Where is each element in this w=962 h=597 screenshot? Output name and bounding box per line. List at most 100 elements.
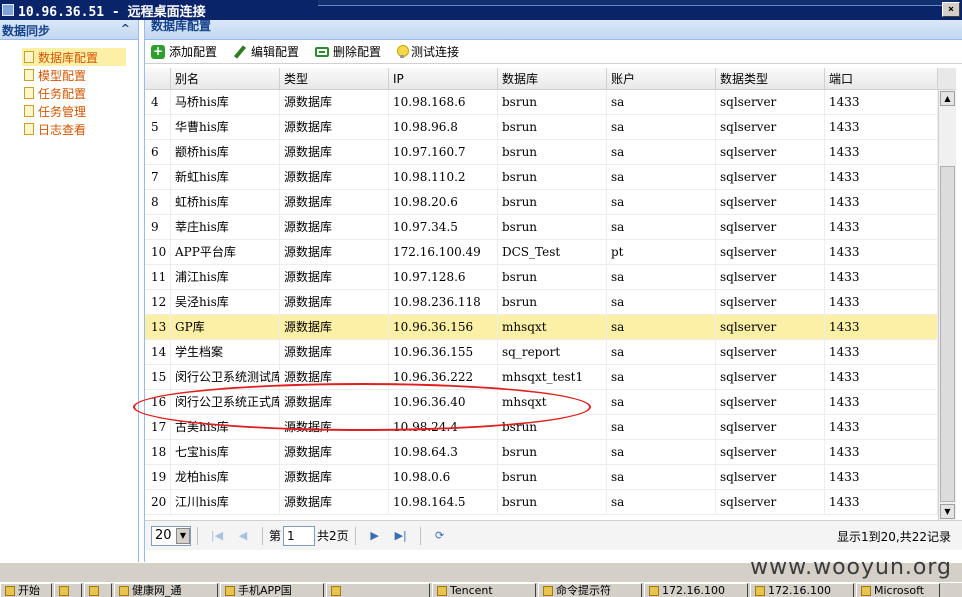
- cell-type: 源数据库: [280, 165, 389, 190]
- table-row[interactable]: 16 闵行公卫系统正式库 源数据库 10.96.36.40 mhsqxt sa sqlser…: [145, 390, 938, 415]
- vertical-scrollbar[interactable]: ▲ ▼: [938, 90, 956, 520]
- collapse-icon[interactable]: ^: [121, 22, 130, 35]
- column-header-db-type[interactable]: 数据类型: [716, 68, 825, 90]
- next-page-icon[interactable]: ▶: [365, 526, 385, 546]
- table-row[interactable]: 5 华曹his库 源数据库 10.98.96.8 bsrun sa sqlserver 143…: [145, 115, 938, 140]
- table-row[interactable]: 8 虹桥his库 源数据库 10.98.20.6 bsrun sa sqlserver 143…: [145, 190, 938, 215]
- taskbar-item[interactable]: Tencent: [432, 583, 536, 597]
- page-size-select[interactable]: 20 ▼: [151, 525, 191, 546]
- cell-port: 1433: [825, 215, 938, 240]
- cell-account: sa: [607, 365, 716, 390]
- pagination-bar: 20 ▼ |◀ ◀ 第 1 共2页 ▶ ▶| ⟳ 显示1到20,共22记录: [145, 520, 962, 550]
- table-row[interactable]: 19 龙柏his库 源数据库 10.98.0.6 bsrun sa sqlserver 143…: [145, 465, 938, 490]
- cell-rownum: 18: [145, 440, 171, 465]
- nav-item-log-view[interactable]: 日志查看: [0, 120, 138, 138]
- first-page-icon[interactable]: |◀: [207, 526, 227, 546]
- nav-item-db-config[interactable]: 数据库配置: [22, 48, 126, 66]
- cell-database: bsrun: [498, 90, 607, 115]
- cell-type: 源数据库: [280, 490, 389, 515]
- taskbar-item[interactable]: 172.16.100: [750, 583, 854, 597]
- column-header-account[interactable]: 账户: [607, 68, 716, 90]
- cell-type: 源数据库: [280, 290, 389, 315]
- test-connection-button[interactable]: 测试连接: [397, 43, 459, 60]
- console-icon: [543, 586, 553, 596]
- delete-config-button[interactable]: 删除配置: [315, 43, 381, 60]
- taskbar-quicklaunch-2[interactable]: [84, 583, 112, 597]
- cell-account: sa: [607, 490, 716, 515]
- taskbar-quicklaunch-1[interactable]: [54, 583, 82, 597]
- table-row[interactable]: 20 江川his库 源数据库 10.98.164.5 bsrun sa sqlserver 1…: [145, 490, 938, 515]
- cell-type: 源数据库: [280, 465, 389, 490]
- cell-port: 1433: [825, 365, 938, 390]
- taskbar: 开始 健康网_通 手机APP国 Tencent 命令提示符 172.16.100…: [0, 582, 962, 597]
- table-row[interactable]: 13 GP库 源数据库 10.96.36.156 mhsqxt sa sqlserver 14…: [145, 315, 938, 340]
- main-panel-title: 数据库配置: [151, 20, 212, 33]
- taskbar-item[interactable]: 健康网_通: [114, 583, 218, 597]
- table-row[interactable]: 14 学生档案 源数据库 10.96.36.155 sq_report sa sqlserv…: [145, 340, 938, 365]
- cell-rownum: 14: [145, 340, 171, 365]
- watermark: www.wooyun.org: [750, 555, 952, 580]
- edit-config-button[interactable]: 编辑配置: [233, 43, 299, 60]
- cell-ip: 10.98.24.4: [389, 415, 498, 440]
- cell-database: mhsqxt: [498, 390, 607, 415]
- scroll-up-icon[interactable]: ▲: [940, 91, 955, 106]
- column-header-type[interactable]: 类型: [280, 68, 389, 90]
- table-row[interactable]: 4 马桥his库 源数据库 10.98.168.6 bsrun sa sqlserver 14…: [145, 90, 938, 115]
- nav-item-model-config[interactable]: 模型配置: [0, 66, 138, 84]
- add-config-button[interactable]: + 添加配置: [151, 43, 217, 60]
- grid-header: 别名 类型 IP 数据库 账户 数据类型 端口: [145, 68, 938, 90]
- column-header-port[interactable]: 端口: [825, 68, 938, 90]
- cell-account: sa: [607, 315, 716, 340]
- title-bar: 10.96.36.51 - 远程桌面连接 ×: [0, 0, 962, 20]
- cell-alias: 江川his库: [171, 490, 280, 515]
- last-page-icon[interactable]: ▶|: [391, 526, 411, 546]
- table-row[interactable]: 18 七宝his库 源数据库 10.98.64.3 bsrun sa sqlserver 14…: [145, 440, 938, 465]
- cell-database: bsrun: [498, 490, 607, 515]
- table-row[interactable]: 11 浦江his库 源数据库 10.97.128.6 bsrun sa sqlserver 1…: [145, 265, 938, 290]
- cell-alias: APP平台库: [171, 240, 280, 265]
- column-header-database[interactable]: 数据库: [498, 68, 607, 90]
- left-panel-header: 数据同步 ^: [0, 20, 138, 40]
- taskbar-item[interactable]: Microsoft: [856, 583, 940, 597]
- cell-db-type: sqlserver: [716, 240, 825, 265]
- cell-db-type: sqlserver: [716, 490, 825, 515]
- taskbar-item[interactable]: [326, 583, 430, 597]
- cell-account: sa: [607, 340, 716, 365]
- cell-rownum: 6: [145, 140, 171, 165]
- prev-page-icon[interactable]: ◀: [233, 526, 253, 546]
- table-row[interactable]: 15 闵行公卫系统测试库 源数据库 10.96.36.222 mhsqxt_test1 s…: [145, 365, 938, 390]
- column-header-alias[interactable]: 别名: [171, 68, 280, 90]
- taskbar-item[interactable]: 手机APP国: [220, 583, 324, 597]
- app-icon: [861, 586, 871, 596]
- current-page-input[interactable]: 1: [283, 525, 316, 546]
- close-button[interactable]: ×: [942, 2, 960, 17]
- cell-database: bsrun: [498, 215, 607, 240]
- pager-separator: [197, 526, 198, 545]
- cell-type: 源数据库: [280, 115, 389, 140]
- table-row[interactable]: 12 吴泾his库 源数据库 10.98.236.118 bsrun sa sqlserve…: [145, 290, 938, 315]
- cell-port: 1433: [825, 490, 938, 515]
- table-row[interactable]: 17 古美his库 源数据库 10.98.24.4 bsrun sa sqlserver 14…: [145, 415, 938, 440]
- cell-rownum: 8: [145, 190, 171, 215]
- table-row[interactable]: 9 莘庄his库 源数据库 10.97.34.5 bsrun sa sqlserver 143…: [145, 215, 938, 240]
- cell-port: 1433: [825, 165, 938, 190]
- start-button[interactable]: 开始: [0, 583, 52, 597]
- scroll-thumb[interactable]: [940, 166, 955, 502]
- cell-database: mhsqxt: [498, 315, 607, 340]
- table-row[interactable]: 7 新虹his库 源数据库 10.98.110.2 bsrun sa sqlserver 14…: [145, 165, 938, 190]
- column-header-ip[interactable]: IP: [389, 68, 498, 90]
- nav-item-task-manage[interactable]: 任务管理: [0, 102, 138, 120]
- refresh-icon[interactable]: ⟳: [430, 526, 450, 546]
- taskbar-item[interactable]: 172.16.100: [644, 583, 748, 597]
- page-label-prefix: 第: [269, 529, 282, 543]
- table-row[interactable]: 6 颛桥his库 源数据库 10.97.160.7 bsrun sa sqlserver 14…: [145, 140, 938, 165]
- scroll-down-icon[interactable]: ▼: [940, 504, 955, 519]
- cell-rownum: 10: [145, 240, 171, 265]
- nav-item-task-config[interactable]: 任务配置: [0, 84, 138, 102]
- taskbar-item[interactable]: 命令提示符: [538, 583, 642, 597]
- cell-db-type: sqlserver: [716, 290, 825, 315]
- table-row[interactable]: 10 APP平台库 源数据库 172.16.100.49 DCS_Test pt sqlse…: [145, 240, 938, 265]
- cell-type: 源数据库: [280, 340, 389, 365]
- chevron-down-icon[interactable]: ▼: [176, 527, 190, 544]
- cell-db-type: sqlserver: [716, 315, 825, 340]
